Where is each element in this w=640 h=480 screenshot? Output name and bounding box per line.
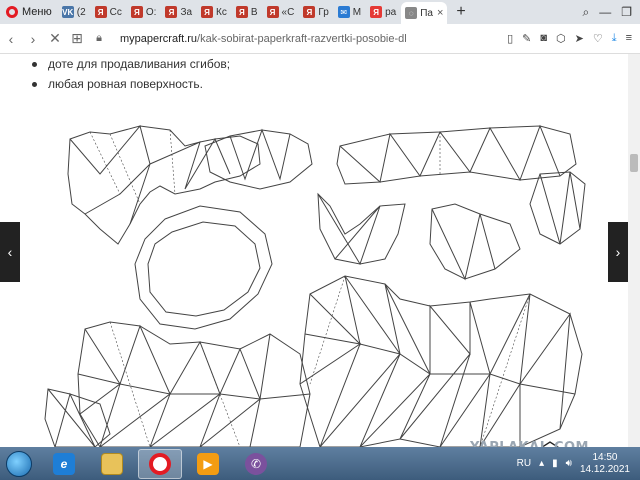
tab-close-icon[interactable]: × [437,7,443,19]
browser-tab[interactable]: Яра [366,2,400,22]
restore-icon[interactable]: ❐ [621,5,632,19]
tab-label: М [352,6,362,18]
taskbar-opera[interactable] [138,448,182,479]
url-field[interactable]: mypapercraft.ru/kak-sobirat-paperkraft-r… [120,33,407,45]
send-icon[interactable]: ➤ [575,32,584,45]
browser-tab[interactable]: VK (2 [58,2,90,22]
clock[interactable]: 14:50 14.12.2021 [580,452,630,476]
bookmark-heart-icon[interactable]: ♡ [593,32,603,45]
tab-label: За [180,6,193,18]
tab-label: (2 [76,6,86,18]
opera-icon [149,452,171,475]
forward-icon[interactable]: › [22,31,44,47]
tab-favicon-icon: Я [235,6,248,18]
slider-next-button[interactable]: › [608,222,628,282]
easy-setup-icon[interactable]: ≡ [626,32,632,45]
papercraft-unfold-image [44,124,586,447]
clock-time: 14:50 [592,451,618,463]
browser-tab[interactable]: Я За [161,2,196,22]
opera-menu-button[interactable]: Меню [0,0,58,24]
browser-tab[interactable]: ЯВ [232,2,262,22]
scrollbar-thumb[interactable] [630,154,638,172]
taskbar-ie[interactable]: e [42,449,86,479]
tab-label: «С [281,6,295,18]
snapshot-icon[interactable]: ◙ [540,32,547,45]
browser-tab[interactable]: Я Кс [197,2,231,22]
vpn-icon[interactable]: ⬡ [556,32,566,45]
url-host: mypapercraft.ru [120,32,198,45]
taskbar-viber[interactable]: ✆ [234,449,278,479]
page-scrollbar[interactable] [628,54,640,447]
tab-favicon-icon: Я [370,6,383,18]
taskbar-media-player[interactable]: ▶ [186,449,230,479]
minimize-icon[interactable]: — [599,5,611,19]
back-icon[interactable]: ‹ [0,31,22,47]
opera-logo-icon [6,6,18,18]
browser-tab[interactable]: ✉ М [334,2,365,22]
language-indicator[interactable]: RU [517,458,531,469]
browser-tab[interactable]: Я Гр [299,2,332,22]
tab-favicon-icon: Я [94,6,107,18]
tab-favicon-icon: Я [303,6,316,18]
tab-label: О: [145,6,157,18]
tab-favicon-icon: ✉ [337,6,350,18]
search-tabs-icon[interactable]: ⌕ [583,5,590,20]
tab-favicon-icon: VK [61,6,74,18]
internet-explorer-icon: e [53,452,75,475]
page-translate-icon[interactable]: ▯ [507,32,513,45]
tab-label: Гр [318,6,329,18]
slider-prev-button[interactable]: ‹ [0,222,20,282]
browser-tab[interactable]: Я «С [263,2,299,22]
browser-tab[interactable]: ◌ Па × [401,2,448,24]
browser-tab[interactable]: Я Сс [91,2,126,22]
lock-icon: 🔒︎ [96,32,102,44]
tab-label: Па [420,7,433,19]
tab-label: В [250,6,258,18]
tab-favicon-icon: Я [165,6,178,18]
tab-label: Сс [109,6,122,18]
new-tab-button[interactable]: + [448,3,473,21]
tab-label: ра [385,6,397,18]
volume-icon[interactable]: 🔊︎ [566,458,572,469]
network-icon[interactable]: ▮ [552,458,558,469]
url-path: /kak-sobirat-paperkraft-razvertki-posobi… [197,32,407,45]
viber-icon: ✆ [245,452,267,475]
windows-taskbar: e ▶ ✆ RU ▴ ▮ 🔊︎ 14:50 14.12.2021 [0,447,640,480]
taskbar-explorer[interactable] [90,449,134,479]
stop-icon[interactable]: ✕ [44,30,66,47]
tab-bar: Меню VK (2 Я Сс Я О: Я За Я Кс Я В Я «С Я Гр ✉ М Яра ◌ Па × +… [0,0,640,24]
tab-favicon-icon: Я [130,6,143,18]
start-button[interactable] [0,447,38,480]
folder-icon [101,452,123,475]
browser-tab[interactable]: Я О: [127,2,161,22]
tray-expand-icon[interactable]: ▴ [539,458,544,469]
windows-logo-icon [6,450,32,477]
tab-favicon-icon: Я [201,6,214,18]
tab-label: Кс [216,6,227,18]
menu-label: Меню [22,6,52,18]
system-tray: RU ▴ ▮ 🔊︎ 14:50 14.12.2021 [517,452,640,476]
edit-icon[interactable]: ✎ [522,32,531,45]
download-icon[interactable]: ⤓ [612,32,617,45]
speed-dial-icon[interactable]: ⊞ [66,30,88,47]
tab-favicon-icon: ◌ [405,7,418,19]
address-bar: ‹ › ✕ ⊞ 🔒︎ mypapercraft.ru/kak-sobirat-p… [0,24,640,54]
clock-date: 14.12.2021 [579,463,630,475]
media-player-icon: ▶ [197,452,219,475]
tab-favicon-icon: Я [266,6,279,18]
page-content: доте для продавливания сгибов; любая ров… [0,54,628,447]
